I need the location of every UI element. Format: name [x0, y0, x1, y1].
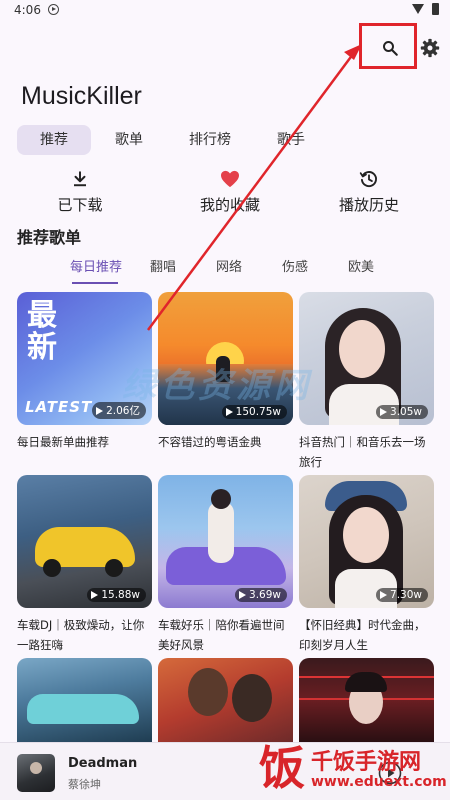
playlist-card[interactable]: 7.30w 【怀旧经典】时代金曲，印刻岁月人生	[299, 475, 434, 655]
play-icon	[96, 406, 104, 415]
play-icon	[239, 591, 247, 599]
history-icon	[359, 171, 377, 188]
category-tab-label: 每日推荐	[70, 260, 123, 275]
tab-label: 推荐	[40, 132, 68, 148]
media-notification-icon	[48, 4, 59, 15]
play-icon	[225, 408, 233, 416]
tab-recommend[interactable]: 推荐	[17, 125, 91, 155]
quick-label: 播放历史	[338, 196, 399, 214]
gear-icon	[420, 38, 440, 58]
annotation-highlight-box	[359, 23, 417, 69]
category-tab-label: 网络	[215, 260, 242, 275]
playlist-card[interactable]	[17, 658, 152, 742]
category-tabs: 每日推荐 翻唱 网络 伤感 欧美	[0, 252, 450, 286]
playlist-card[interactable]: 3.69w 车载好乐｜陪你看遍世间美好风景	[158, 475, 293, 655]
quick-label: 我的收藏	[199, 196, 260, 214]
wifi-icon	[412, 4, 424, 14]
section-title: 推荐歌单	[17, 228, 82, 247]
cover-text: LATEST	[25, 398, 93, 416]
playlist-title: 车载好乐｜陪你看遍世间美好风景	[158, 618, 285, 652]
playlist-title: 【怀旧经典】时代金曲，印刻岁月人生	[299, 618, 426, 652]
mini-player-artist: 蔡徐坤	[68, 778, 101, 791]
settings-button[interactable]	[416, 34, 444, 62]
category-tab-indicator	[72, 282, 118, 284]
play-count-badge: 150.75w	[221, 405, 287, 419]
quick-history[interactable]: 播放历史	[309, 168, 429, 215]
playlist-card[interactable]	[158, 658, 293, 742]
tab-playlists[interactable]: 歌单	[97, 125, 161, 155]
category-tab-label: 欧美	[347, 260, 374, 275]
playlist-title: 每日最新单曲推荐	[17, 435, 109, 449]
play-count: 3.05w	[390, 406, 422, 418]
heart-icon	[221, 170, 239, 188]
play-icon	[380, 591, 388, 599]
play-count-badge: 7.30w	[376, 588, 428, 602]
quick-label: 已下载	[57, 196, 103, 214]
watermark-text: 绿色资源网	[122, 366, 312, 406]
brand-logo: 饭	[259, 741, 305, 795]
play-count-badge: 3.69w	[235, 588, 287, 602]
play-count-badge: 3.05w	[376, 405, 428, 419]
mini-player-cover	[17, 754, 55, 792]
play-icon	[91, 591, 99, 599]
tab-label: 歌单	[115, 132, 143, 148]
playlist-card[interactable]: 3.05w 抖音热门｜和音乐去一场旅行	[299, 292, 434, 472]
playlist-card[interactable]: 15.88w 车载DJ｜极致燥动，让你一路狂嗨	[17, 475, 152, 655]
brand-url: www.eduext.com	[311, 774, 447, 790]
tab-artists[interactable]: 歌手	[259, 125, 323, 155]
quick-downloaded[interactable]: 已下载	[20, 168, 140, 215]
app-title: MusicKiller	[21, 82, 142, 110]
category-tab-label: 翻唱	[149, 260, 176, 275]
play-icon	[380, 408, 388, 416]
playlist-cover: 15.88w	[17, 475, 152, 608]
playlist-cover	[158, 658, 293, 742]
play-count: 7.30w	[390, 589, 422, 601]
playlist-cover: 7.30w	[299, 475, 434, 608]
tab-charts[interactable]: 排行榜	[175, 125, 245, 155]
tab-label: 排行榜	[189, 132, 231, 148]
category-tab-internet[interactable]: 网络	[212, 256, 246, 282]
download-icon	[74, 171, 86, 187]
brand-watermark: 饭 千饭手游网 www.eduext.com	[255, 738, 450, 800]
play-count-badge: 15.88w	[87, 588, 146, 602]
category-tab-daily[interactable]: 每日推荐	[70, 256, 122, 282]
category-tab-cover[interactable]: 翻唱	[146, 256, 180, 282]
tab-label: 歌手	[277, 132, 305, 148]
playlist-cover: 3.05w	[299, 292, 434, 425]
status-bar: 4:06	[0, 0, 450, 22]
play-count: 3.69w	[249, 589, 281, 601]
status-time: 4:06	[14, 3, 41, 17]
play-count: 15.88w	[101, 589, 140, 601]
cover-text: 最	[27, 298, 57, 333]
category-tab-western[interactable]: 欧美	[344, 256, 378, 282]
playlist-cover	[17, 658, 152, 742]
battery-icon	[432, 3, 439, 15]
playlist-cover: 3.69w	[158, 475, 293, 608]
playlist-title: 车载DJ｜极致燥动，让你一路狂嗨	[17, 618, 145, 652]
quick-favorites[interactable]: 我的收藏	[170, 168, 290, 215]
playlist-cover	[299, 658, 434, 742]
mini-player-title: Deadman	[68, 756, 138, 771]
category-tab-sad[interactable]: 伤感	[278, 256, 312, 282]
playlist-title: 抖音热门｜和音乐去一场旅行	[299, 435, 426, 469]
playlist-card[interactable]	[299, 658, 434, 742]
brand-name: 千饭手游网	[311, 750, 422, 775]
category-tab-label: 伤感	[281, 260, 308, 275]
playlist-title: 不容错过的粤语金典	[158, 435, 262, 449]
play-count: 150.75w	[235, 406, 281, 418]
cover-text: 新	[27, 330, 57, 365]
